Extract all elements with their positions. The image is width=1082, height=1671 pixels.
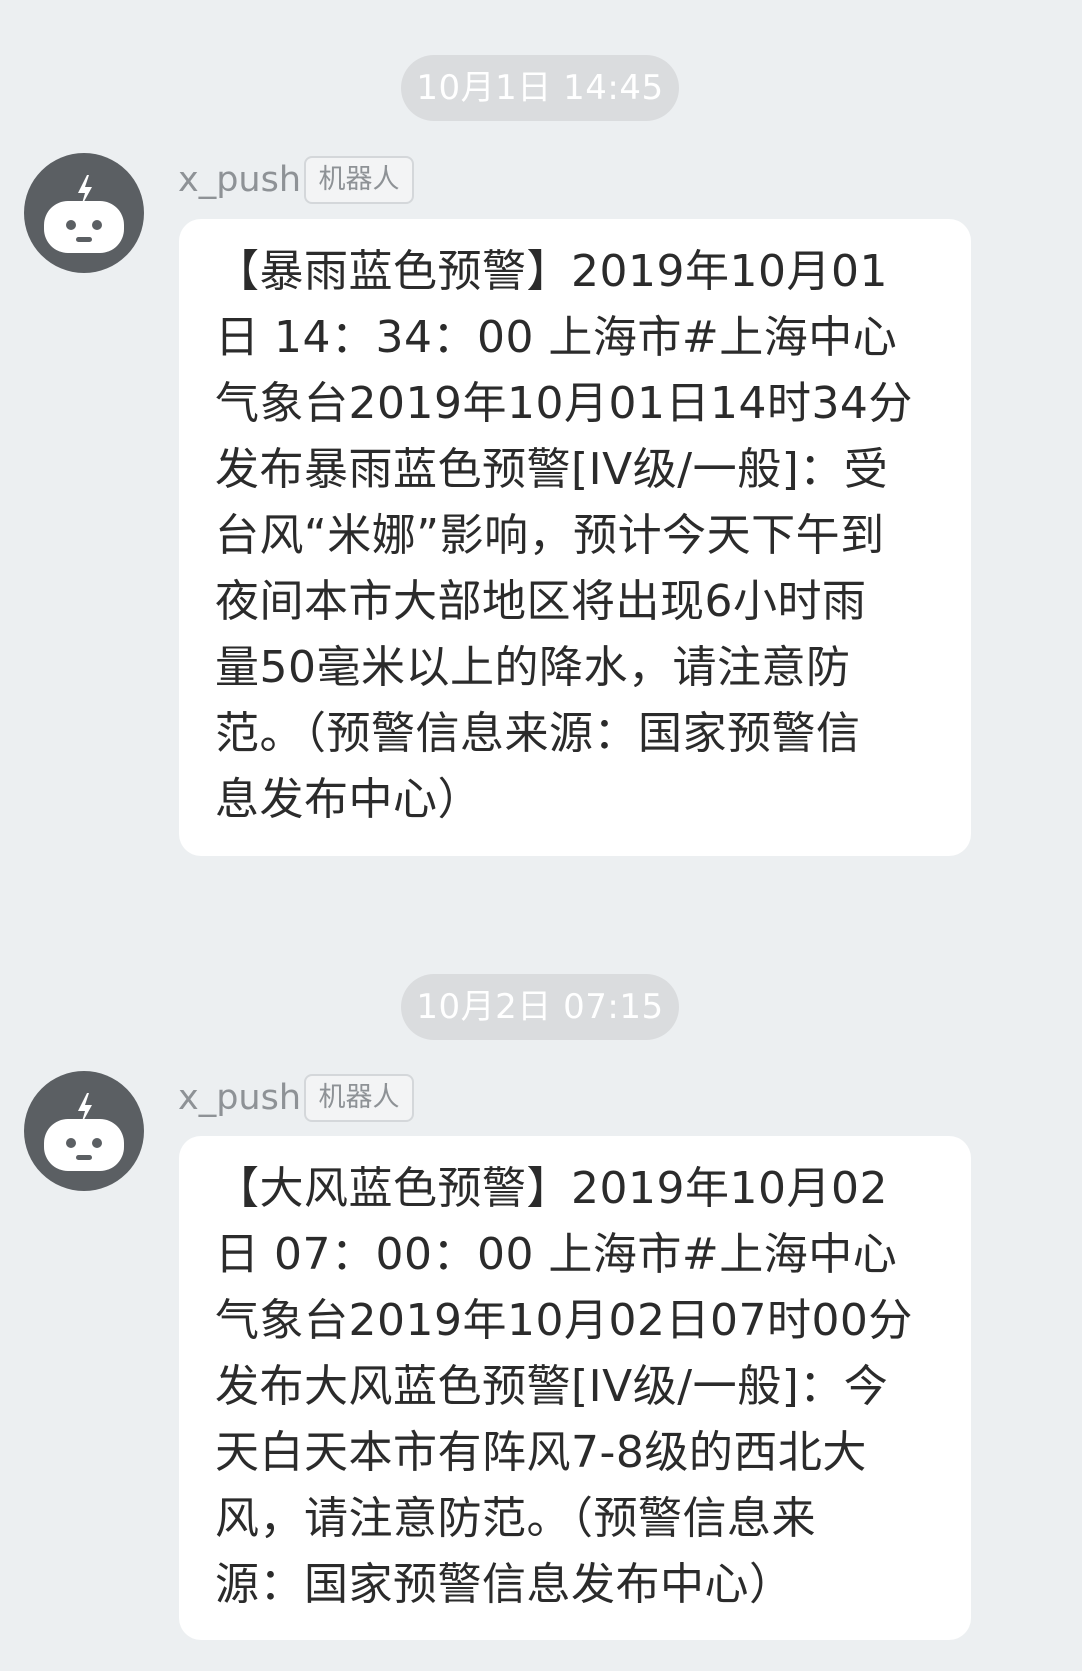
message-timestamp: 10月1日 14:45 xyxy=(401,55,679,121)
message-timestamp: 10月2日 07:15 xyxy=(401,974,679,1040)
bot-avatar[interactable] xyxy=(24,153,144,273)
sender-name: x_push xyxy=(178,160,302,200)
robot-icon xyxy=(44,175,124,253)
message-text: 【暴雨蓝色预警】2019年10月01 日 14：34：00 上海市#上海中心 气… xyxy=(215,246,913,825)
robot-icon xyxy=(44,1093,124,1171)
message-bubble[interactable]: 【大风蓝色预警】2019年10月02 日 07：00：00 上海市#上海中心 气… xyxy=(179,1136,971,1640)
bot-badge: 机器人 xyxy=(304,1074,414,1122)
bot-avatar[interactable] xyxy=(24,1071,144,1191)
bot-badge: 机器人 xyxy=(304,156,414,204)
message-bubble[interactable]: 【暴雨蓝色预警】2019年10月01 日 14：34：00 上海市#上海中心 气… xyxy=(179,219,971,856)
message-text: 【大风蓝色预警】2019年10月02 日 07：00：00 上海市#上海中心 气… xyxy=(215,1163,913,1610)
sender-name: x_push xyxy=(178,1078,302,1118)
